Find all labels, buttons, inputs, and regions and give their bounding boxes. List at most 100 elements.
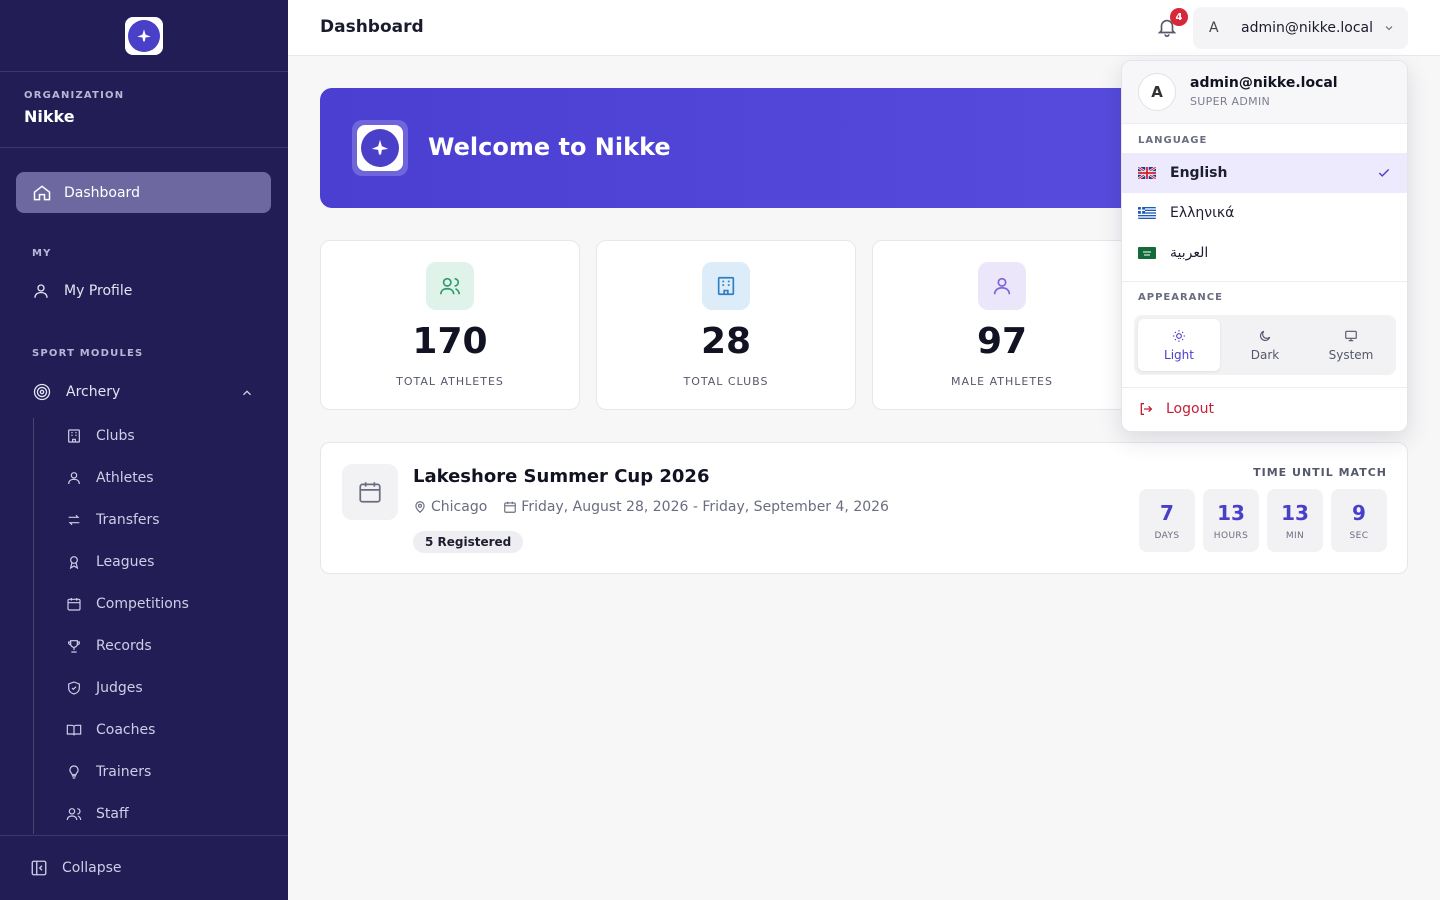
sidebar-item-records[interactable]: Records [66,638,152,654]
dropdown-role: SUPER ADMIN [1190,95,1271,108]
shield-icon [66,680,82,696]
home-icon [32,183,52,203]
map-pin-icon [413,500,427,514]
event-dates: Friday, August 28, 2026 - Friday, Septem… [521,499,889,515]
stat-value: 28 [700,321,752,362]
sidebar-collapse-icon [30,859,48,877]
theme-label: System [1328,347,1374,362]
chevron-down-icon [1383,22,1395,34]
sidebar-item-coaches[interactable]: Coaches [66,722,155,738]
tree-line [33,418,34,834]
user-menu-button[interactable]: A admin@nikke.local [1193,7,1408,49]
organization-block: ORGANIZATION Nikke [0,72,288,148]
sidebar-item-label: Athletes [96,470,154,486]
monitor-icon [1344,329,1358,343]
sidebar-item-my-profile[interactable]: My Profile [32,282,132,300]
notification-badge: 4 [1170,8,1188,26]
stat-card-total-athletes: 170 TOTAL ATHLETES [320,240,580,410]
dropdown-email: admin@nikke.local [1190,75,1338,91]
user-icon [978,262,1026,310]
divider [1122,281,1407,282]
user-dropdown-menu: A admin@nikke.local SUPER ADMIN LANGUAGE… [1121,60,1408,432]
sidebar-item-staff[interactable]: Staff [66,806,129,822]
sidebar-item-label: Leagues [96,554,155,570]
sidebar-item-athletes[interactable]: Athletes [66,470,154,486]
page-title: Dashboard [320,17,424,37]
banner-logo [352,120,408,176]
sidebar-item-label: Coaches [96,722,156,738]
countdown-unit: DAYS [1154,531,1180,541]
appearance-section-label: APPEARANCE [1138,292,1223,303]
section-label-my: MY [32,248,52,259]
award-icon [66,554,82,570]
countdown-value: 9 [1352,501,1366,525]
chevron-up-icon[interactable] [240,386,254,400]
calendar-icon [503,500,517,514]
sidebar-item-transfers[interactable]: Transfers [66,512,160,528]
theme-option-system[interactable]: System [1310,319,1392,371]
countdown-value: 7 [1160,501,1174,525]
countdown-hours: 13 HOURS [1203,489,1259,552]
app-logo[interactable] [125,16,163,55]
countdown-unit: MIN [1285,531,1305,541]
divider [1122,387,1407,388]
sidebar-item-archery[interactable]: Archery [32,382,120,402]
countdown-value: 13 [1281,501,1309,525]
sidebar-item-label: Judges [96,680,143,696]
event-title: Lakeshore Summer Cup 2026 [413,466,710,487]
logout-button[interactable]: Logout [1138,401,1214,417]
language-option-english[interactable]: English [1122,153,1407,193]
arrows-swap-icon [66,512,82,528]
user-avatar: A [1209,20,1219,36]
user-email: admin@nikke.local [1241,20,1374,36]
stat-card-male-athletes: 97 MALE ATHLETES [872,240,1132,410]
avatar: A [1138,73,1176,111]
users-icon [66,806,82,822]
top-header: Dashboard 4 A admin@nikke.local [288,0,1440,56]
sun-icon [1172,329,1186,343]
sidebar-item-dashboard[interactable]: Dashboard [16,172,271,213]
sidebar-item-judges[interactable]: Judges [66,680,143,696]
stat-label: TOTAL CLUBS [683,375,769,388]
building-icon [66,428,82,444]
sidebar-item-competitions[interactable]: Competitions [66,596,189,612]
event-meta: Chicago Friday, August 28, 2026 - Friday… [413,499,889,515]
organization-label: ORGANIZATION [24,90,125,101]
countdown-min: 13 MIN [1267,489,1323,552]
sidebar-item-leagues[interactable]: Leagues [66,554,154,570]
trophy-icon [66,638,82,654]
calendar-icon [66,596,82,612]
sidebar-item-trainers[interactable]: Trainers [66,764,151,780]
sidebar-logo-area [0,0,288,72]
calendar-icon [342,464,398,520]
dropdown-user-info: A admin@nikke.local SUPER ADMIN [1122,61,1407,124]
language-label: Ελληνικά [1170,205,1235,221]
section-label-sport-modules: SPORT MODULES [32,348,144,359]
stat-label: TOTAL ATHLETES [396,375,504,388]
plane-logo-icon [137,28,151,42]
sidebar: ORGANIZATION Nikke Dashboard MY My Profi… [0,0,288,900]
sidebar-item-clubs[interactable]: Clubs [66,428,135,444]
stat-value: 170 [412,321,488,362]
language-option-arabic[interactable]: العربية [1122,233,1407,273]
theme-option-light[interactable]: Light [1138,319,1220,371]
theme-option-dark[interactable]: Dark [1224,319,1306,371]
plane-logo-icon [371,139,389,156]
countdown-unit: SEC [1349,531,1369,541]
sidebar-item-label: Clubs [96,428,135,444]
upcoming-event-card[interactable]: Lakeshore Summer Cup 2026 Chicago Friday… [320,442,1408,574]
book-open-icon [66,722,82,738]
theme-switcher: Light Dark System [1134,315,1396,375]
stat-card-total-clubs: 28 TOTAL CLUBS [596,240,856,410]
collapse-label: Collapse [62,860,122,876]
sidebar-item-label: Transfers [96,512,160,528]
sidebar-item-label: Archery [66,384,121,400]
theme-label: Dark [1250,347,1280,362]
sidebar-item-label: Records [96,638,152,654]
language-option-greek[interactable]: Ελληνικά [1122,193,1407,233]
greece-flag-icon [1138,207,1156,219]
collapse-button[interactable]: Collapse [0,835,288,900]
registered-badge: 5 Registered [413,531,524,553]
countdown-unit: HOURS [1213,531,1249,541]
countdown-value: 13 [1217,501,1245,525]
